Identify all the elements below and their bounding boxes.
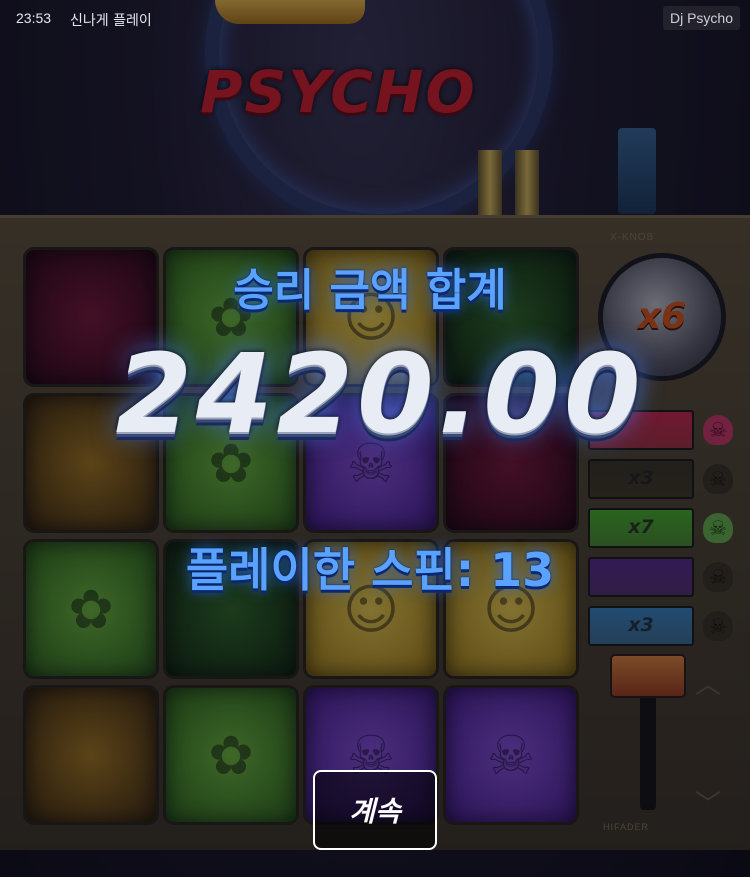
win-total-amount: 2420.00 <box>115 330 645 458</box>
app-title: 신나게 플레이 <box>70 13 152 29</box>
spins-played: 플레이한 스핀: 13 <box>185 543 555 597</box>
game-name-badge: Dj Psycho <box>662 6 740 30</box>
continue-button[interactable]: 계속 <box>313 770 437 850</box>
win-summary-panel: 승리 금액 합계 2420.00 플레이한 스핀: 13 계속 <box>0 0 750 877</box>
status-bar: 23:53 신나게 플레이 Dj Psycho <box>0 0 750 38</box>
clock: 23:53 <box>16 10 52 26</box>
win-total-title: 승리 금액 합계 <box>233 265 507 316</box>
